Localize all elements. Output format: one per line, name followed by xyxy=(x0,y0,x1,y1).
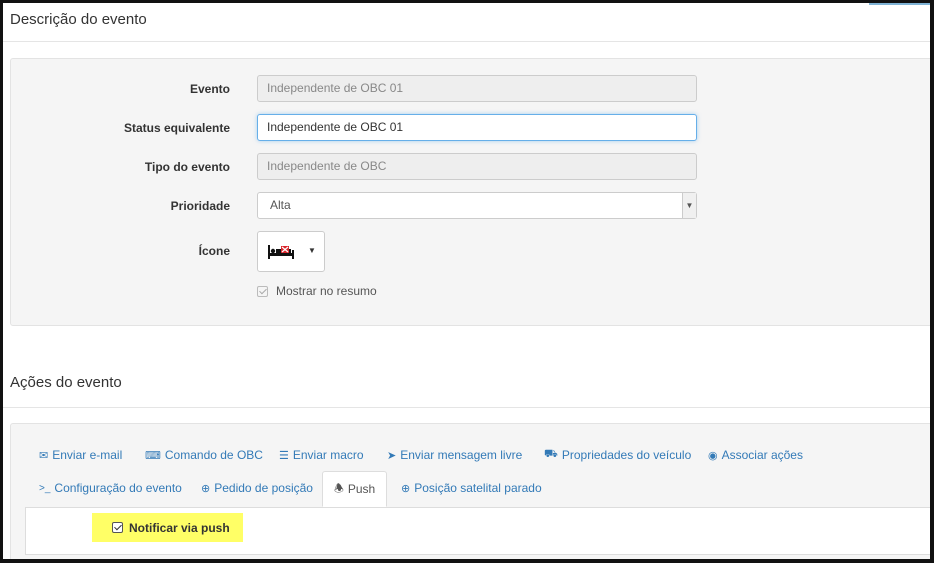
tab-label: Enviar macro xyxy=(292,448,364,462)
tab-label: Posição satelital parado xyxy=(414,481,542,495)
chevron-down-icon[interactable]: ▼ xyxy=(682,193,696,218)
envelope-icon: ✉ xyxy=(39,449,49,462)
tab-label: Pedido de posição xyxy=(214,481,313,495)
icon-picker-dropdown[interactable]: ▼ xyxy=(257,231,325,272)
tab-label: Enviar e-mail xyxy=(52,448,123,462)
section-title-descricao: Descrição do evento xyxy=(10,11,147,28)
mostrar-resumo-row[interactable]: Mostrar no resumo xyxy=(257,284,377,298)
tab-label: Configuração do evento xyxy=(54,481,182,495)
bell-icon: 🕭 xyxy=(334,482,344,495)
tab-label: Comando de OBC xyxy=(164,448,263,462)
status-equivalente-field[interactable]: Independente de OBC 01 xyxy=(257,114,697,141)
label-status-equivalente: Status equivalente xyxy=(123,121,230,135)
page-frame: Descrição do evento Evento Independente … xyxy=(0,0,934,563)
list-icon: ☰ xyxy=(279,449,289,462)
divider xyxy=(3,41,930,42)
label-icone: Ícone xyxy=(198,244,230,258)
tab-enviar-email[interactable]: ✉ Enviar e-mail xyxy=(39,448,122,462)
terminal-icon: >_ xyxy=(39,482,51,494)
notificar-push-option[interactable]: Notificar via push xyxy=(92,513,243,542)
prioridade-value: Alta xyxy=(270,198,291,212)
top-accent-bar xyxy=(869,3,930,5)
label-prioridade: Prioridade xyxy=(170,199,230,213)
tab-label: Push xyxy=(347,482,376,496)
tab-label: Enviar mensagem livre xyxy=(400,448,523,462)
truck-icon: ⛟ xyxy=(544,448,558,460)
evento-field[interactable]: Independente de OBC 01 xyxy=(257,75,697,102)
notificar-push-checkbox[interactable] xyxy=(112,522,123,533)
send-icon: ➤ xyxy=(387,449,397,462)
notificar-push-label: Notificar via push xyxy=(129,520,230,535)
label-tipo-evento: Tipo do evento xyxy=(144,160,230,174)
mostrar-resumo-label: Mostrar no resumo xyxy=(276,284,377,298)
plus-circle-icon: ⊕ xyxy=(201,482,211,495)
tab-propriedades-veiculo[interactable]: ⛟ Propriedades do veículo xyxy=(544,448,691,462)
tab-pedido-posicao[interactable]: ⊕ Pedido de posição xyxy=(201,481,313,495)
mostrar-resumo-checkbox[interactable] xyxy=(257,285,268,297)
label-evento: Evento xyxy=(189,82,230,96)
tipo-evento-field[interactable]: Independente de OBC xyxy=(257,153,697,180)
circle-dot-icon: ◉ xyxy=(708,449,718,462)
prioridade-select[interactable]: Alta ▼ xyxy=(257,192,697,219)
tab-enviar-mensagem-livre[interactable]: ➤ Enviar mensagem livre xyxy=(387,448,522,462)
keyboard-icon: ⌨ xyxy=(145,449,161,462)
tab-label: Propriedades do veículo xyxy=(561,448,692,462)
divider xyxy=(3,407,930,408)
tab-configuracao-evento[interactable]: >_ Configuração do evento xyxy=(39,481,182,495)
tab-enviar-macro[interactable]: ☰ Enviar macro xyxy=(279,448,364,462)
tab-posicao-satelital-parado[interactable]: ⊕ Posição satelital parado xyxy=(401,481,542,495)
tab-push[interactable]: 🕭 Push xyxy=(322,471,388,507)
tab-comando-obc[interactable]: ⌨ Comando de OBC xyxy=(145,448,263,462)
tab-associar-acoes[interactable]: ◉ Associar ações xyxy=(708,448,803,462)
tab-label: Associar ações xyxy=(721,448,803,462)
plus-circle-icon: ⊕ xyxy=(401,482,411,495)
caret-down-icon: ▼ xyxy=(308,246,316,255)
bed-icon xyxy=(268,245,294,259)
section-title-acoes: Ações do evento xyxy=(10,374,122,391)
